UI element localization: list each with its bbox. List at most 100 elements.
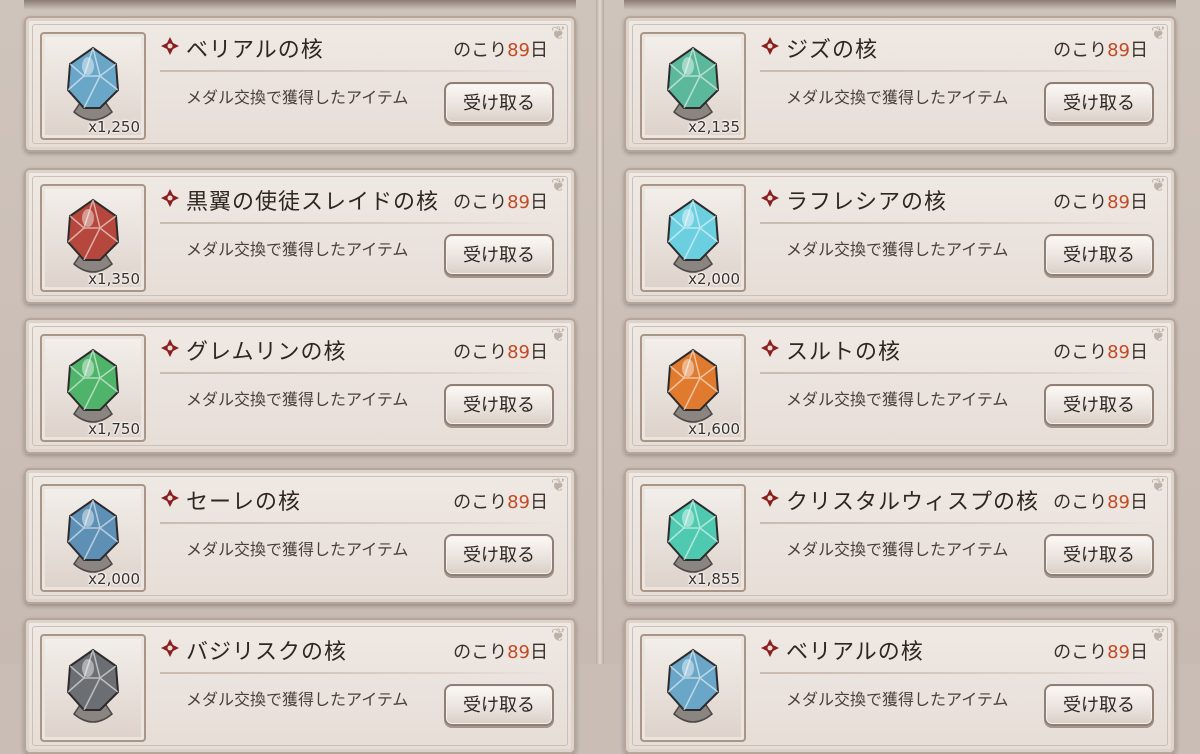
divider-line [160, 372, 556, 374]
cross-ornament-icon [760, 338, 780, 358]
claim-button[interactable]: 受け取る [444, 534, 554, 576]
remaining-prefix: のこり [1053, 342, 1108, 363]
cross-ornament-icon [760, 488, 780, 508]
remaining-days-number: 89 [1107, 40, 1130, 61]
claim-button[interactable]: 受け取る [444, 234, 554, 276]
item-description: メダル交換で獲得したアイテム [186, 390, 409, 409]
item-thumbnail: x2,000 [640, 184, 746, 292]
claim-button[interactable]: 受け取る [444, 384, 554, 426]
item-quantity: x1,855 [688, 570, 740, 588]
remaining-suffix: 日 [1130, 192, 1148, 213]
item-card: ❦ x2,135 ジズの核 のこり89日 メダル交換で獲得したアイテム 受け取る [624, 16, 1176, 152]
remaining-days: のこり89日 [1053, 488, 1148, 514]
item-name: ラフレシアの核 [786, 190, 948, 215]
item-card: ❦ x1,750 グレムリンの核 のこり89日 メダル交換で獲得したアイテム 受け取る [24, 318, 576, 454]
remaining-days: のこり89日 [453, 188, 548, 214]
cross-ornament-icon [760, 36, 780, 56]
divider-line [760, 222, 1156, 224]
item-name: ジズの核 [786, 38, 879, 63]
item-card: ❦ x2,000 ラフレシアの核 のこり89日 メダル交換で獲得したアイテム 受け取る [624, 168, 1176, 304]
item-thumbnail [640, 634, 746, 742]
cross-ornament-icon [160, 488, 180, 508]
item-name: クリスタルウィスプの核 [786, 490, 1040, 515]
cross-ornament-icon [760, 188, 780, 208]
remaining-prefix: のこり [453, 40, 508, 61]
divider-line [760, 522, 1156, 524]
cross-ornament-icon [160, 36, 180, 56]
item-card: ❦ x1,855 クリスタルウィスプの核 のこり89日 メダル交換で獲得したアイテム 受け… [624, 468, 1176, 604]
claim-button[interactable]: 受け取る [1044, 82, 1154, 124]
item-name: グレムリンの核 [186, 340, 347, 365]
remaining-prefix: のこり [1053, 492, 1108, 513]
claim-button[interactable]: 受け取る [1044, 534, 1154, 576]
remaining-suffix: 日 [1130, 642, 1148, 663]
item-card: ❦ ベリアルの核 のこり89日 メダル交換で獲得したアイテム 受け取る [624, 618, 1176, 754]
item-thumbnail: x1,250 [40, 32, 146, 140]
item-name: スルトの核 [786, 340, 902, 365]
item-quantity: x1,750 [88, 420, 140, 438]
remaining-prefix: のこり [1053, 642, 1108, 663]
item-card: ❦ x1,600 スルトの核 のこり89日 メダル交換で獲得したアイテム 受け取る [624, 318, 1176, 454]
remaining-prefix: のこり [1053, 192, 1108, 213]
remaining-prefix: のこり [453, 192, 508, 213]
claim-button[interactable]: 受け取る [1044, 234, 1154, 276]
remaining-suffix: 日 [1130, 40, 1148, 61]
remaining-days-number: 89 [507, 40, 530, 61]
claim-button[interactable]: 受け取る [444, 684, 554, 726]
claim-button[interactable]: 受け取る [1044, 384, 1154, 426]
divider-line [160, 522, 556, 524]
divider-line [760, 372, 1156, 374]
remaining-suffix: 日 [530, 642, 548, 663]
remaining-prefix: のこり [453, 492, 508, 513]
remaining-days-number: 89 [1107, 492, 1130, 513]
remaining-days: のこり89日 [1053, 188, 1148, 214]
item-description: メダル交換で獲得したアイテム [786, 390, 1009, 409]
item-thumbnail: x1,855 [640, 484, 746, 592]
item-quantity: x2,135 [688, 118, 740, 136]
item-thumbnail: x1,750 [40, 334, 146, 442]
item-quantity: x2,000 [688, 270, 740, 288]
claim-button[interactable]: 受け取る [444, 82, 554, 124]
item-description: メダル交換で獲得したアイテム [186, 690, 409, 709]
divider-line [760, 672, 1156, 674]
remaining-days: のこり89日 [453, 36, 548, 62]
item-quantity: x1,600 [688, 420, 740, 438]
remaining-days: のこり89日 [453, 638, 548, 664]
item-quantity: x1,350 [88, 270, 140, 288]
column-divider [596, 0, 604, 664]
cross-ornament-icon [160, 338, 180, 358]
item-thumbnail [40, 634, 146, 742]
item-name: バジリスクの核 [186, 640, 348, 665]
item-card: ❦ バジリスクの核 のこり89日 メダル交換で獲得したアイテム 受け取る [24, 618, 576, 754]
remaining-prefix: のこり [1053, 40, 1108, 61]
remaining-days-number: 89 [1107, 342, 1130, 363]
item-name: セーレの核 [186, 490, 302, 515]
remaining-days-number: 89 [507, 192, 530, 213]
item-description: メダル交換で獲得したアイテム [186, 240, 409, 259]
item-description: メダル交換で獲得したアイテム [786, 88, 1009, 107]
item-thumbnail: x1,350 [40, 184, 146, 292]
remaining-suffix: 日 [1130, 492, 1148, 513]
item-description: メダル交換で獲得したアイテム [786, 540, 1009, 559]
remaining-suffix: 日 [530, 40, 548, 61]
item-card: ❦ x1,250 ベリアルの核 のこり89日 メダル交換で獲得したアイテム 受け取る [24, 16, 576, 152]
item-name: ベリアルの核 [786, 640, 924, 665]
remaining-suffix: 日 [530, 492, 548, 513]
remaining-days-number: 89 [507, 342, 530, 363]
cross-ornament-icon [760, 638, 780, 658]
divider-line [160, 672, 556, 674]
item-thumbnail: x1,600 [640, 334, 746, 442]
remaining-days-number: 89 [1107, 642, 1130, 663]
claim-button[interactable]: 受け取る [1044, 684, 1154, 726]
remaining-days: のこり89日 [453, 338, 548, 364]
remaining-suffix: 日 [530, 192, 548, 213]
divider-line [160, 222, 556, 224]
item-description: メダル交換で獲得したアイテム [786, 240, 1009, 259]
item-card: ❦ x2,000 セーレの核 のこり89日 メダル交換で獲得したアイテム 受け取る [24, 468, 576, 604]
previous-card-edge [624, 0, 1176, 10]
item-card: ❦ x1,350 黒翼の使徒スレイドの核 のこり89日 メダル交換で獲得したアイテム 受け… [24, 168, 576, 304]
item-quantity: x2,000 [88, 570, 140, 588]
remaining-prefix: のこり [453, 342, 508, 363]
divider-line [160, 70, 556, 72]
remaining-days: のこり89日 [1053, 638, 1148, 664]
